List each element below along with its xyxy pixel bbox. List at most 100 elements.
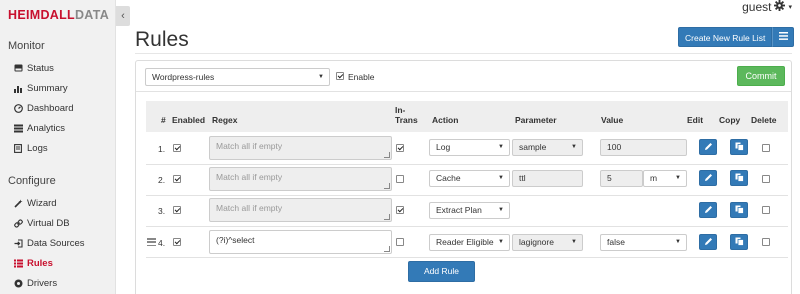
resize-grip-icon[interactable] bbox=[384, 152, 390, 158]
sidebar-item-dashboard[interactable]: Dashboard bbox=[13, 100, 73, 116]
enable-checkbox[interactable] bbox=[336, 72, 344, 80]
user-menu[interactable]: guest ▾ bbox=[742, 0, 792, 14]
create-new-rule-list-button[interactable]: Create New Rule List bbox=[678, 27, 773, 47]
panel-header: Wordpress-rules ▼ Enable Commit bbox=[136, 61, 791, 92]
login-icon bbox=[13, 238, 23, 248]
rule-list-select[interactable]: Wordpress-rules ▼ bbox=[145, 68, 330, 86]
title-divider bbox=[135, 53, 792, 54]
sidebar-item-data-sources[interactable]: Data Sources bbox=[13, 235, 85, 251]
sidebar: HEIMDALLDATA Monitor Status Summary Dash… bbox=[0, 0, 116, 294]
copy-icon bbox=[735, 237, 744, 248]
delete-checkbox[interactable] bbox=[762, 238, 770, 246]
row-divider bbox=[146, 164, 788, 165]
in-trans-checkbox[interactable] bbox=[396, 175, 404, 183]
page-title: Rules bbox=[135, 28, 189, 51]
section-title-configure: Configure bbox=[8, 175, 56, 187]
parameter-select[interactable]: lagignore ▼ bbox=[512, 234, 583, 251]
gear-icon bbox=[774, 0, 786, 14]
row-enabled-checkbox[interactable] bbox=[173, 206, 181, 214]
row-enabled-checkbox[interactable] bbox=[173, 144, 181, 152]
copy-button[interactable] bbox=[730, 139, 748, 155]
caret-down-icon: ▼ bbox=[498, 175, 504, 181]
sidebar-item-drivers[interactable]: Drivers bbox=[13, 275, 57, 291]
header-delete: Delete bbox=[751, 115, 777, 125]
sidebar-collapse-button[interactable]: ‹ bbox=[116, 6, 130, 26]
list-icon bbox=[13, 258, 23, 268]
regex-textarea[interactable]: Match all if empty bbox=[209, 136, 392, 160]
value-input[interactable]: 5 bbox=[600, 170, 643, 187]
table-header: # Enabled Regex In-Trans Action Paramete… bbox=[146, 101, 788, 132]
parameter-select[interactable]: sample ▼ bbox=[512, 139, 583, 156]
edit-button[interactable] bbox=[699, 234, 717, 250]
row-number: 2. bbox=[158, 175, 166, 185]
row-number: 4. bbox=[158, 238, 166, 248]
in-trans-checkbox[interactable] bbox=[396, 144, 404, 152]
document-icon bbox=[13, 143, 23, 153]
header-value: Value bbox=[601, 115, 624, 125]
delete-checkbox[interactable] bbox=[762, 144, 770, 152]
heimdall-logo[interactable]: HEIMDALLDATA bbox=[8, 8, 109, 22]
edit-button[interactable] bbox=[699, 139, 717, 155]
resize-grip-icon[interactable] bbox=[384, 246, 390, 252]
rule-list-menu-button[interactable] bbox=[772, 27, 795, 47]
commit-button[interactable]: Commit bbox=[737, 66, 785, 86]
copy-icon bbox=[735, 173, 744, 184]
sidebar-item-wizard[interactable]: Wizard bbox=[13, 195, 57, 211]
action-select[interactable]: Log ▼ bbox=[429, 139, 510, 156]
sidebar-item-rules[interactable]: Rules bbox=[13, 255, 53, 271]
in-trans-checkbox[interactable] bbox=[396, 238, 404, 246]
add-rule-button[interactable]: Add Rule bbox=[408, 261, 475, 282]
pencil-icon bbox=[704, 237, 713, 248]
header-regex: Regex bbox=[212, 115, 238, 125]
regex-textarea[interactable]: (?i)^select bbox=[209, 230, 392, 254]
value-unit-select[interactable]: m ▼ bbox=[643, 170, 687, 187]
caret-down-icon: ▼ bbox=[571, 239, 577, 245]
caret-down-icon: ▼ bbox=[675, 175, 681, 181]
copy-icon bbox=[735, 205, 744, 216]
sidebar-item-summary[interactable]: Summary bbox=[13, 80, 68, 96]
regex-textarea[interactable]: Match all if empty bbox=[209, 167, 392, 191]
copy-button[interactable] bbox=[730, 234, 748, 250]
row-enabled-checkbox[interactable] bbox=[173, 175, 181, 183]
in-trans-checkbox[interactable] bbox=[396, 206, 404, 214]
header-edit: Edit bbox=[687, 115, 704, 125]
caret-down-icon: ▼ bbox=[571, 144, 577, 150]
copy-icon bbox=[735, 142, 744, 153]
drag-handle-icon[interactable] bbox=[147, 238, 156, 246]
caret-down-icon: ▼ bbox=[498, 144, 504, 150]
value-select[interactable]: false ▼ bbox=[600, 234, 687, 251]
copy-button[interactable] bbox=[730, 170, 748, 186]
resize-grip-icon[interactable] bbox=[384, 214, 390, 220]
delete-checkbox[interactable] bbox=[762, 175, 770, 183]
caret-down-icon: ▼ bbox=[498, 207, 504, 213]
row-number: 1. bbox=[158, 144, 166, 154]
sidebar-item-status[interactable]: Status bbox=[13, 60, 54, 76]
caret-down-icon: ▼ bbox=[318, 74, 324, 80]
sidebar-item-logs[interactable]: Logs bbox=[13, 140, 48, 156]
action-select[interactable]: Extract Plan ▼ bbox=[429, 202, 510, 219]
delete-checkbox[interactable] bbox=[762, 206, 770, 214]
action-select[interactable]: Cache ▼ bbox=[429, 170, 510, 187]
row-enabled-checkbox[interactable] bbox=[173, 238, 181, 246]
dashboard-icon bbox=[13, 103, 23, 113]
copy-button[interactable] bbox=[730, 202, 748, 218]
username: guest bbox=[742, 0, 772, 14]
edit-button[interactable] bbox=[699, 202, 717, 218]
caret-down-icon: ▼ bbox=[675, 239, 681, 245]
resize-grip-icon[interactable] bbox=[384, 183, 390, 189]
pencil-icon bbox=[704, 142, 713, 153]
row-divider bbox=[146, 226, 788, 227]
regex-textarea[interactable]: Match all if empty bbox=[209, 198, 392, 222]
edit-button[interactable] bbox=[699, 170, 717, 186]
action-select[interactable]: Reader Eligible ▼ bbox=[429, 234, 510, 251]
sidebar-item-analytics[interactable]: Analytics bbox=[13, 120, 65, 136]
rules-panel: Wordpress-rules ▼ Enable Commit # Enable… bbox=[135, 60, 792, 294]
value-input[interactable]: 100 bbox=[600, 139, 687, 156]
link-icon bbox=[13, 218, 23, 228]
header-enabled: Enabled bbox=[172, 115, 206, 125]
header-num: # bbox=[161, 115, 166, 125]
parameter-input[interactable]: ttl bbox=[512, 170, 583, 187]
sidebar-item-virtual-db[interactable]: Virtual DB bbox=[13, 215, 70, 231]
row-divider bbox=[146, 257, 788, 258]
pencil-icon bbox=[704, 173, 713, 184]
